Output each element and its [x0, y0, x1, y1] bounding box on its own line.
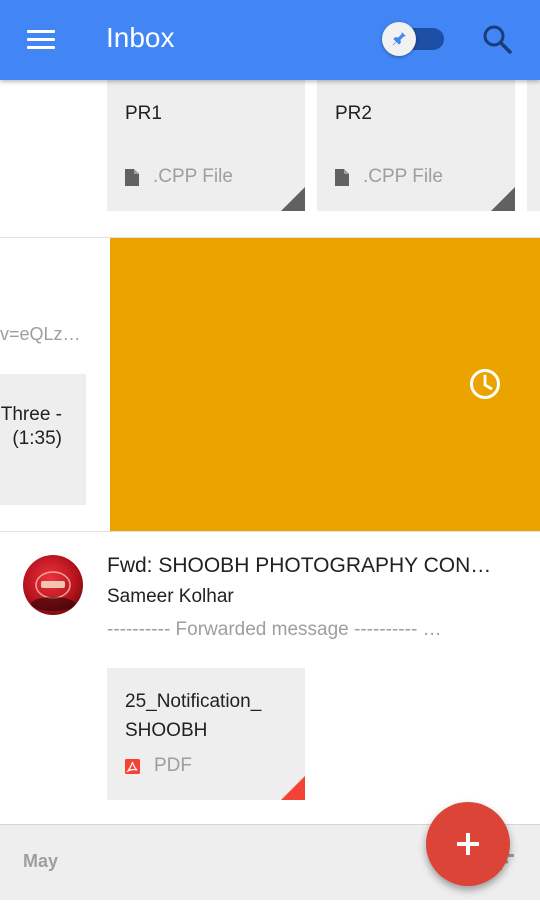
- attachment-name: PR1: [125, 103, 162, 124]
- email-subject: Fwd: SHOOBH PHOTOGRAPHY CON…: [107, 554, 492, 577]
- attachment-type-label: PDF: [154, 755, 192, 776]
- email-row[interactable]: Fwd: SHOOBH PHOTOGRAPHY CON… Sameer Kolh…: [0, 532, 540, 824]
- attachment-name: 25_Notification_ SHOOBH: [125, 691, 262, 741]
- attachment-name-line2: (1:35): [12, 428, 62, 449]
- attachment-type: .CPP File: [335, 166, 443, 188]
- add-icon: [457, 833, 479, 855]
- attachment-card[interactable]: PR1 .CPP File: [107, 80, 305, 211]
- avatar[interactable]: [23, 555, 83, 615]
- file-icon: [125, 168, 139, 186]
- app-bar: Inbox: [0, 0, 540, 80]
- fold-corner: [491, 187, 515, 211]
- snooze-swipe-area[interactable]: [110, 238, 540, 531]
- menu-icon[interactable]: [20, 22, 64, 58]
- attachment-name: PR2: [335, 103, 372, 124]
- attachment-type: PDF: [125, 755, 192, 777]
- fold-corner: [281, 776, 305, 800]
- attachment-type: .CPP File: [125, 166, 233, 188]
- swiped-row[interactable]: v=eQLz… Three - (1:35): [0, 238, 540, 532]
- search-icon[interactable]: [478, 20, 518, 60]
- attachment-type-label: .CPP File: [153, 166, 233, 187]
- bundle-row[interactable]: PR1 .CPP File PR2 .CPP File: [0, 80, 540, 238]
- attachment-card-peek[interactable]: [527, 80, 540, 211]
- email-snippet: ---------- Forwarded message ---------- …: [107, 619, 442, 640]
- email-snippet-partial: v=eQLz…: [0, 324, 81, 344]
- fold-corner: [281, 187, 305, 211]
- attachment-card[interactable]: PR2 .CPP File: [317, 80, 515, 211]
- section-label: May: [23, 851, 59, 871]
- attachment-card-partial[interactable]: Three - (1:35): [0, 374, 86, 505]
- attachment-name-line1: Three -: [0, 404, 62, 425]
- attachment-type-label: .CPP File: [363, 166, 443, 187]
- pdf-icon: [125, 758, 140, 774]
- pin-icon: [382, 22, 416, 56]
- email-sender: Sameer Kolhar: [107, 586, 234, 607]
- pin-toggle[interactable]: [382, 20, 446, 60]
- attachment-card[interactable]: 25_Notification_ SHOOBH PDF: [107, 668, 305, 800]
- page-title: Inbox: [106, 22, 175, 53]
- clock-icon: [468, 367, 502, 406]
- compose-button[interactable]: [426, 802, 510, 886]
- file-icon: [335, 168, 349, 186]
